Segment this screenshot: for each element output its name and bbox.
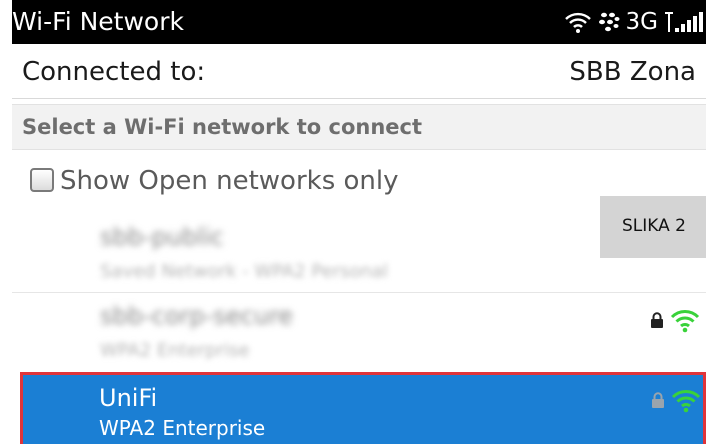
connected-row: Connected to: SBB Zona [12,44,706,99]
network-status-icons [651,387,701,413]
open-networks-label: Show Open networks only [60,166,399,196]
status-indicators: 3G [564,6,706,38]
wifi-signal-icon [671,390,701,413]
network-ssid: UniFi [99,384,158,412]
network-security: WPA2 Enterprise [99,416,266,440]
lock-icon [651,312,663,328]
wifi-signal-icon [670,310,700,333]
figure-label-text: SLIKA 2 [622,216,686,236]
blackberry-icon [598,12,620,32]
network-ssid: sbb-corp-secure [100,302,294,330]
connected-network-name: SBB Zona [569,57,696,87]
lock-icon [652,392,664,408]
open-networks-checkbox[interactable] [30,168,54,192]
network-list-item[interactable]: sbb-corp-secure WPA2 Enterprise [12,293,706,371]
network-security: WPA2 Enterprise [100,340,250,361]
section-header-text: Select a Wi-Fi network to connect [22,115,422,139]
section-header: Select a Wi-Fi network to connect [12,104,706,150]
wifi-icon [564,12,591,33]
network-type-label: 3G [625,9,658,35]
wifi-network-screen: Wi-Fi Network 3G Connected to: SBB Zona … [0,0,706,444]
network-status-icons [650,307,700,333]
network-ssid: sbb-public [100,223,224,251]
screen-title: Wi-Fi Network [12,7,184,36]
signal-bars-icon [665,12,703,32]
network-security: Saved Network - WPA2 Personal [100,261,388,282]
status-bar: Wi-Fi Network 3G [12,0,706,44]
connected-label: Connected to: [22,57,206,87]
network-list-item-selected[interactable]: UniFi WPA2 Enterprise [20,372,706,444]
figure-label: SLIKA 2 [600,196,706,258]
